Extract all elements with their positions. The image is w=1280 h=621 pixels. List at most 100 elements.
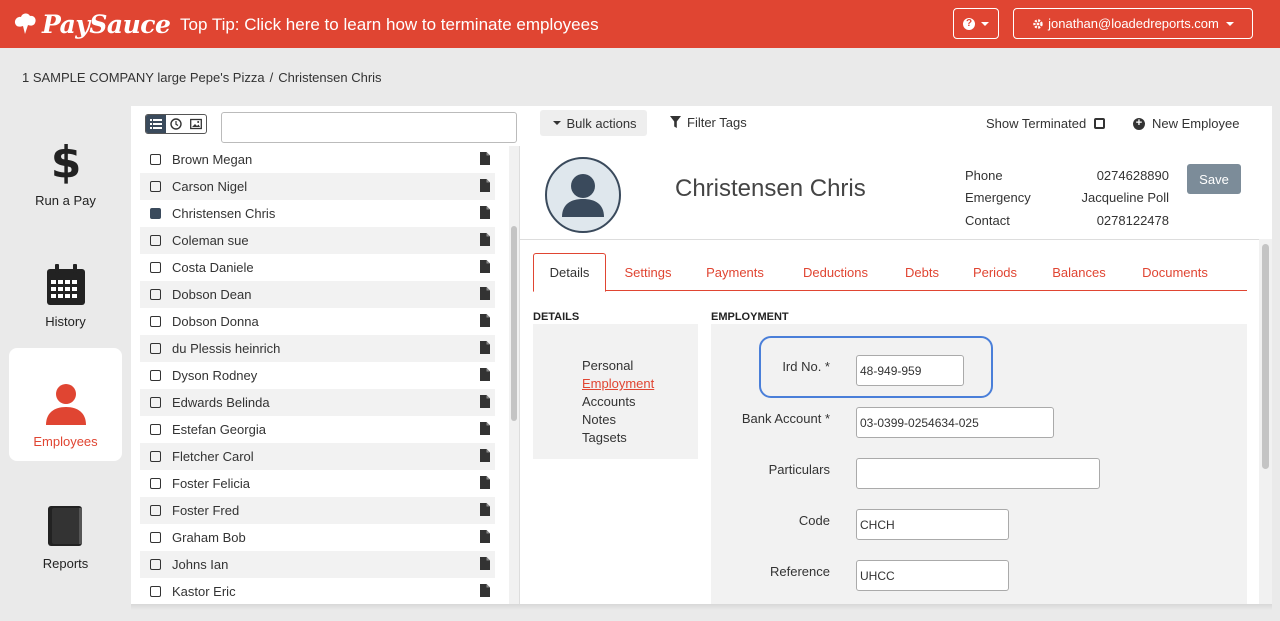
tab-periods[interactable]: Periods xyxy=(963,253,1027,291)
employee-checkbox[interactable] xyxy=(150,154,161,165)
employee-checkbox[interactable] xyxy=(150,289,161,300)
employee-name-label[interactable]: Graham Bob xyxy=(172,530,246,545)
list-view-icon[interactable] xyxy=(146,115,166,133)
breadcrumb-company[interactable]: 1 SAMPLE COMPANY large Pepe's Pizza xyxy=(22,70,265,85)
filter-tags-button[interactable]: Filter Tags xyxy=(670,115,747,130)
employee-checkbox[interactable] xyxy=(150,478,161,489)
employee-checkbox[interactable] xyxy=(150,316,161,327)
document-icon[interactable] xyxy=(480,260,490,276)
employee-name-label[interactable]: Coleman sue xyxy=(172,233,249,248)
employee-list-item[interactable]: Dobson Donna xyxy=(140,308,495,335)
scrollbar-thumb[interactable] xyxy=(1262,244,1269,469)
document-icon[interactable] xyxy=(480,287,490,303)
employee-list-item[interactable]: Estefan Georgia xyxy=(140,416,495,443)
employee-list-item[interactable]: du Plessis heinrich xyxy=(140,335,495,362)
employee-name-label[interactable]: Brown Megan xyxy=(172,152,252,167)
employee-list-item[interactable]: Costa Daniele xyxy=(140,254,495,281)
reference-input[interactable] xyxy=(856,560,1009,591)
tab-payments[interactable]: Payments xyxy=(695,253,775,291)
employee-name-label[interactable]: Edwards Belinda xyxy=(172,395,270,410)
employee-name-label[interactable]: Christensen Chris xyxy=(172,206,275,221)
employee-checkbox[interactable] xyxy=(150,181,161,192)
code-input[interactable] xyxy=(856,509,1009,540)
tab-deductions[interactable]: Deductions xyxy=(790,253,881,291)
paysauce-logo[interactable]: PaySauce xyxy=(12,9,171,39)
employee-list-scrollbar[interactable] xyxy=(509,146,519,606)
document-icon[interactable] xyxy=(480,584,490,600)
employee-checkbox[interactable] xyxy=(150,559,161,570)
user-menu-button[interactable]: jonathan@loadedreports.com xyxy=(1013,8,1253,39)
employee-name-label[interactable]: Dyson Rodney xyxy=(172,368,257,383)
document-icon[interactable] xyxy=(480,179,490,195)
particulars-input[interactable] xyxy=(856,458,1100,489)
nav-reports[interactable]: Reports xyxy=(9,470,122,583)
subnav-tagsets[interactable]: Tagsets xyxy=(582,430,627,445)
subnav-employment[interactable]: Employment xyxy=(582,376,654,391)
employee-checkbox[interactable] xyxy=(150,370,161,381)
document-icon[interactable] xyxy=(480,368,490,384)
employee-list-item[interactable]: Foster Felicia xyxy=(140,470,495,497)
document-icon[interactable] xyxy=(480,395,490,411)
tab-balances[interactable]: Balances xyxy=(1042,253,1116,291)
employee-list-item[interactable]: Fletcher Carol xyxy=(140,443,495,470)
document-icon[interactable] xyxy=(480,233,490,249)
employee-name-label[interactable]: Carson Nigel xyxy=(172,179,247,194)
document-icon[interactable] xyxy=(480,449,490,465)
save-button[interactable]: Save xyxy=(1187,164,1241,194)
tab-debts[interactable]: Debts xyxy=(895,253,949,291)
bank-account-input[interactable] xyxy=(856,407,1054,438)
employee-checkbox[interactable] xyxy=(150,397,161,408)
document-icon[interactable] xyxy=(480,503,490,519)
employee-list-item[interactable]: Christensen Chris xyxy=(140,200,495,227)
employee-name-label[interactable]: Johns Ian xyxy=(172,557,228,572)
employee-list-item[interactable]: Johns Ian xyxy=(140,551,495,578)
nav-employees[interactable]: Employees xyxy=(9,348,122,461)
employee-checkbox[interactable] xyxy=(150,424,161,435)
tab-settings[interactable]: Settings xyxy=(613,253,683,291)
employee-checkbox[interactable] xyxy=(150,208,161,219)
image-icon[interactable] xyxy=(186,115,206,133)
subnav-accounts[interactable]: Accounts xyxy=(582,394,635,409)
employee-name-label[interactable]: Kastor Eric xyxy=(172,584,236,599)
employee-checkbox[interactable] xyxy=(150,586,161,597)
clock-icon[interactable] xyxy=(166,115,186,133)
document-icon[interactable] xyxy=(480,341,490,357)
help-button[interactable]: ? xyxy=(953,8,999,39)
ird-number-input[interactable] xyxy=(856,355,964,386)
bulk-actions-button[interactable]: Bulk actions xyxy=(540,110,647,136)
document-icon[interactable] xyxy=(480,530,490,546)
top-tip-link[interactable]: Top Tip: Click here to learn how to term… xyxy=(180,15,599,35)
employee-list-item[interactable]: Edwards Belinda xyxy=(140,389,495,416)
document-icon[interactable] xyxy=(480,557,490,573)
document-icon[interactable] xyxy=(480,422,490,438)
tab-details[interactable]: Details xyxy=(533,253,606,292)
employee-name-label[interactable]: Costa Daniele xyxy=(172,260,254,275)
employee-checkbox[interactable] xyxy=(150,343,161,354)
subnav-personal[interactable]: Personal xyxy=(582,358,633,373)
employee-name-label[interactable]: Foster Fred xyxy=(172,503,239,518)
subnav-notes[interactable]: Notes xyxy=(582,412,616,427)
employee-checkbox[interactable] xyxy=(150,532,161,543)
employee-list-item[interactable]: Dobson Dean xyxy=(140,281,495,308)
employee-checkbox[interactable] xyxy=(150,262,161,273)
employee-list-item[interactable]: Coleman sue xyxy=(140,227,495,254)
document-icon[interactable] xyxy=(480,476,490,492)
document-icon[interactable] xyxy=(480,152,490,168)
document-icon[interactable] xyxy=(480,206,490,222)
tab-documents[interactable]: Documents xyxy=(1130,253,1220,291)
employee-name-label[interactable]: du Plessis heinrich xyxy=(172,341,280,356)
employee-list-item[interactable]: Kastor Eric xyxy=(140,578,495,605)
show-terminated-toggle[interactable]: Show Terminated xyxy=(986,116,1106,131)
new-employee-button[interactable]: + New Employee xyxy=(1133,116,1239,131)
employee-search-input[interactable] xyxy=(221,112,517,143)
employee-name-label[interactable]: Foster Felicia xyxy=(172,476,250,491)
detail-scrollbar[interactable] xyxy=(1259,239,1272,606)
employee-list-item[interactable]: Carson Nigel xyxy=(140,173,495,200)
employee-checkbox[interactable] xyxy=(150,451,161,462)
show-terminated-checkbox[interactable] xyxy=(1094,118,1106,129)
employee-list-item[interactable]: Foster Fred xyxy=(140,497,495,524)
employee-name-label[interactable]: Estefan Georgia xyxy=(172,422,266,437)
avatar[interactable] xyxy=(545,157,621,233)
nav-run-a-pay[interactable]: $ Run a Pay xyxy=(9,107,122,220)
document-icon[interactable] xyxy=(480,314,490,330)
